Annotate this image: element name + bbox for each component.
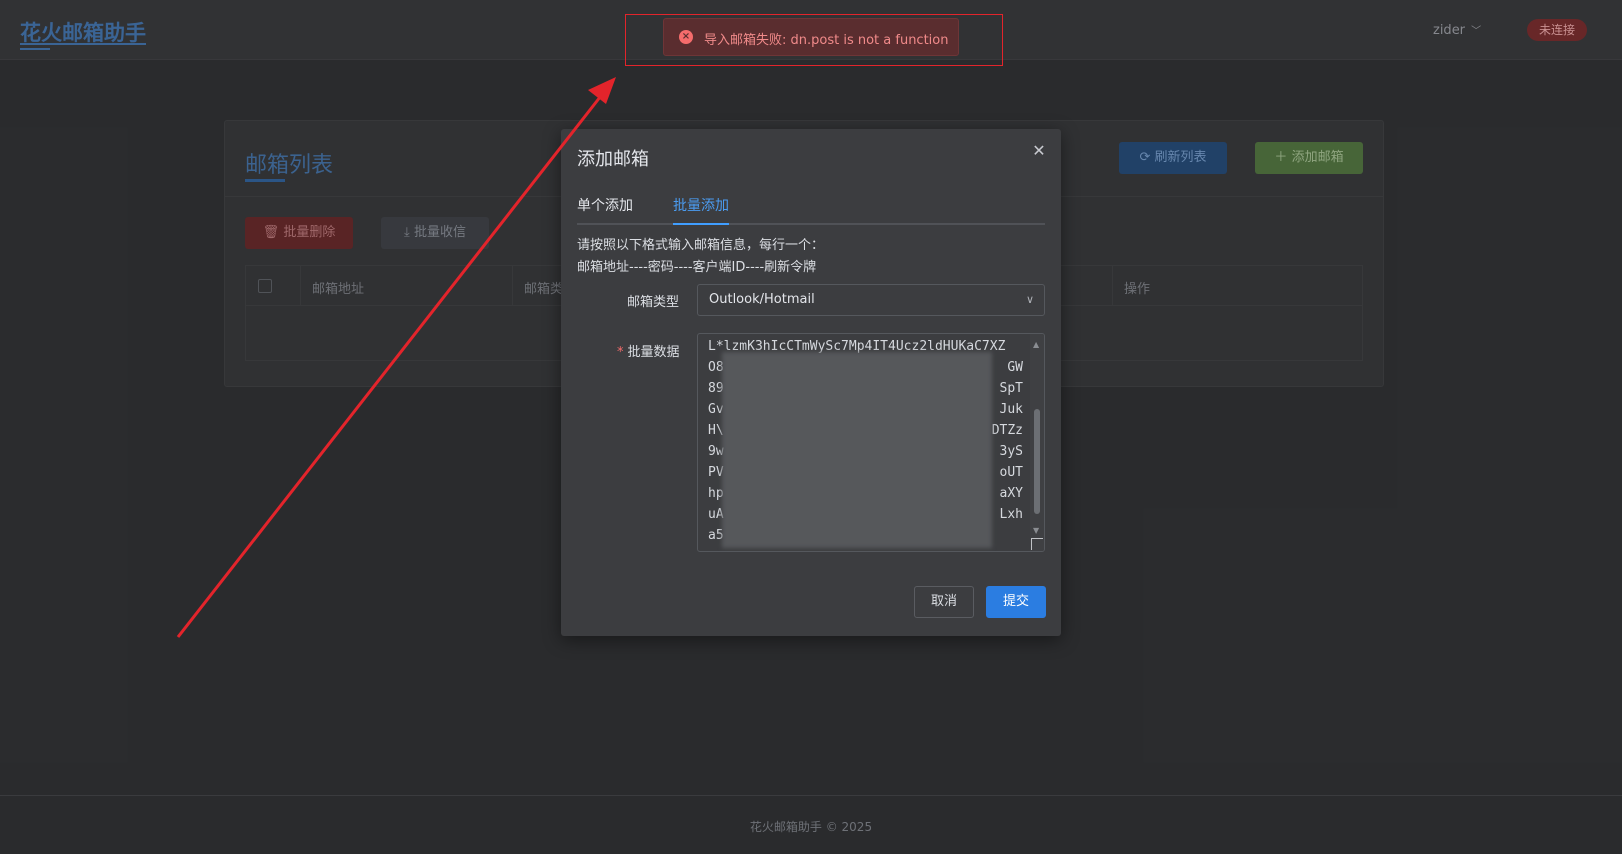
scroll-down-icon[interactable]: ▼ — [1033, 526, 1039, 535]
mailbox-type-label: 邮箱类型 — [627, 295, 680, 310]
batch-data-label-text: 批量数据 — [627, 345, 680, 360]
scroll-up-icon[interactable]: ▲ — [1033, 340, 1039, 349]
cancel-button[interactable]: 取消 — [914, 586, 974, 618]
batch-data-line-end: oUT — [999, 465, 1023, 480]
required-mark: * — [617, 345, 624, 360]
error-circle-icon: × — [679, 30, 693, 44]
batch-data-line-end: DTZz — [991, 423, 1023, 438]
resize-handle-icon[interactable] — [1031, 538, 1043, 550]
batch-data-line-end: aXY — [999, 486, 1023, 501]
batch-data-line-end: Juk — [999, 402, 1023, 417]
batch-data-line-end: Lxh — [999, 507, 1023, 522]
dialog-title: 添加邮箱 — [577, 149, 649, 170]
active-tab-indicator — [673, 223, 729, 225]
batch-data-line-end: 3yS — [999, 444, 1023, 459]
redacted-region — [722, 352, 992, 548]
submit-button[interactable]: 提交 — [986, 586, 1046, 618]
tab-single-add[interactable]: 单个添加 — [577, 195, 633, 215]
close-icon[interactable]: ✕ — [1029, 141, 1049, 161]
app-footer: 花火邮箱助手 © 2025 — [0, 795, 1622, 854]
batch-data-textarea[interactable]: L*lzmK3hIcCTmWySc7Mp4IT4Ucz2ldHUKaC7XZ O8… — [697, 333, 1045, 552]
chevron-down-icon: ∨ — [1025, 293, 1034, 306]
add-mailbox-dialog: 添加邮箱 ✕ 单个添加 批量添加 请按照以下格式输入邮箱信息，每行一个： 邮箱地… — [561, 129, 1061, 636]
format-hint: 请按照以下格式输入邮箱信息，每行一个： — [577, 238, 825, 253]
scrollbar-thumb[interactable] — [1034, 409, 1040, 514]
footer-copyright: 花火邮箱助手 © 2025 — [749, 820, 873, 834]
textarea-scrollbar[interactable]: ▲ ▼ — [1030, 334, 1044, 551]
batch-data-label: * 批量数据 — [617, 341, 680, 360]
error-message: 导入邮箱失败: dn.post is not a function — [704, 33, 949, 48]
format-example: 邮箱地址----密码----客户端ID----刷新令牌 — [577, 260, 817, 275]
error-toast: × 导入邮箱失败: dn.post is not a function — [663, 18, 959, 56]
dialog-tabs: 单个添加 批量添加 — [577, 185, 1045, 225]
batch-data-line-end: SpT — [999, 381, 1023, 396]
tab-batch-add[interactable]: 批量添加 — [673, 195, 729, 215]
mailbox-type-value: Outlook/Hotmail — [709, 292, 815, 307]
batch-data-line-end: GW — [1007, 360, 1023, 375]
mailbox-type-select[interactable]: Outlook/Hotmail ∨ — [697, 284, 1045, 316]
